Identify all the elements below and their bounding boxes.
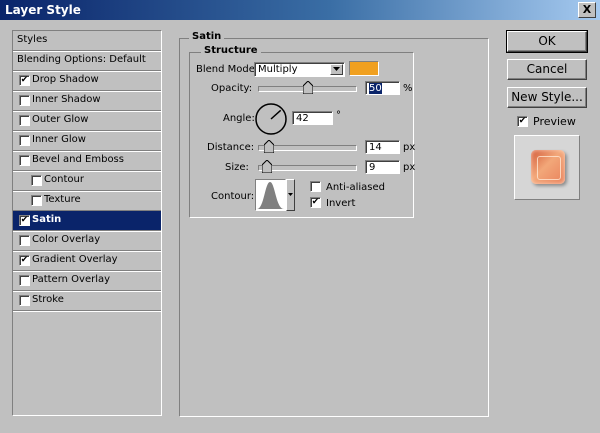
- distance-unit: px: [403, 142, 416, 153]
- contour-dropdown-button[interactable]: [286, 179, 295, 211]
- contour-picker[interactable]: [255, 179, 295, 211]
- style-item-inner-shadow[interactable]: Inner Shadow: [13, 91, 161, 111]
- distance-slider[interactable]: [258, 140, 357, 153]
- opacity-value: 50: [369, 83, 382, 94]
- style-item-pattern-overlay[interactable]: Pattern Overlay: [13, 271, 161, 291]
- angle-input[interactable]: 42: [292, 111, 333, 125]
- style-item-label: Outer Glow: [32, 114, 89, 125]
- preview-thumbnail: [514, 135, 580, 200]
- distance-label: Distance:: [207, 142, 255, 153]
- invert-check-mark: ✔: [311, 197, 320, 207]
- satin-color-swatch[interactable]: [349, 61, 379, 76]
- opacity-slider[interactable]: [258, 81, 357, 94]
- style-item-checkbox[interactable]: [19, 95, 30, 106]
- style-item-label: Inner Glow: [32, 134, 86, 145]
- style-item-inner-glow[interactable]: Inner Glow: [13, 131, 161, 151]
- new-style-button[interactable]: New Style...: [507, 87, 587, 108]
- close-button[interactable]: X: [578, 2, 596, 18]
- size-value: 9: [369, 162, 376, 173]
- style-item-label: Pattern Overlay: [32, 274, 111, 285]
- opacity-unit: %: [403, 83, 413, 94]
- opacity-input[interactable]: 50: [365, 81, 400, 95]
- style-item-checkbox[interactable]: ✔: [19, 215, 30, 226]
- style-item-drop-shadow[interactable]: ✔ Drop Shadow: [13, 71, 161, 91]
- style-item-checkbox[interactable]: [19, 295, 30, 306]
- structure-group-title: Structure: [201, 45, 261, 56]
- angle-label: Angle:: [223, 113, 255, 124]
- size-input[interactable]: 9: [365, 160, 400, 174]
- invert-checkbox[interactable]: ✔: [310, 197, 321, 208]
- contour-label: Contour:: [211, 191, 255, 202]
- blend-mode-select[interactable]: Multiply: [254, 62, 345, 77]
- style-item-checkbox[interactable]: [19, 135, 30, 146]
- style-item-color-overlay[interactable]: Color Overlay: [13, 231, 161, 251]
- distance-value: 14: [369, 142, 382, 153]
- close-icon: X: [582, 3, 592, 16]
- window-title: Layer Style: [5, 3, 81, 17]
- style-item-checkbox[interactable]: [19, 235, 30, 246]
- preview-label[interactable]: Preview: [533, 115, 576, 128]
- cancel-button[interactable]: Cancel: [507, 59, 587, 80]
- opacity-slider-thumb[interactable]: [303, 81, 313, 94]
- size-label: Size:: [225, 162, 249, 173]
- style-item-checkbox[interactable]: [31, 195, 42, 206]
- anti-aliased-checkbox[interactable]: [310, 181, 321, 192]
- style-item-label: Gradient Overlay: [32, 254, 118, 265]
- size-slider-thumb[interactable]: [262, 160, 272, 173]
- distance-input[interactable]: 14: [365, 140, 400, 154]
- style-item-stroke[interactable]: Stroke: [13, 291, 161, 311]
- style-item-label: Styles: [17, 34, 48, 45]
- preview-check-mark: ✔: [518, 116, 527, 126]
- chevron-down-icon: [288, 193, 293, 196]
- satin-group-title: Satin: [189, 31, 225, 42]
- style-item-checkbox[interactable]: [19, 115, 30, 126]
- distance-slider-thumb[interactable]: [264, 140, 274, 153]
- contour-curve-icon: [257, 182, 284, 209]
- layer-style-dialog: Layer Style X Styles Blending Options: De…: [0, 0, 600, 433]
- style-item-checkbox[interactable]: ✔: [19, 255, 30, 266]
- style-item-label: Blending Options: Default: [17, 54, 146, 65]
- style-item-label: Stroke: [32, 294, 64, 305]
- blend-mode-value: Multiply: [258, 64, 298, 75]
- preview-checkbox[interactable]: ✔: [517, 116, 528, 127]
- style-item-label: Contour: [44, 174, 84, 185]
- style-item-gradient-overlay[interactable]: ✔ Gradient Overlay: [13, 251, 161, 271]
- angle-unit: °: [336, 110, 341, 121]
- style-item-checkbox[interactable]: [19, 155, 30, 166]
- size-unit: px: [403, 162, 416, 173]
- style-item-label: Inner Shadow: [32, 94, 101, 105]
- chevron-down-icon: [330, 64, 343, 75]
- style-item-bevel-and-emboss[interactable]: Bevel and Emboss: [13, 151, 161, 171]
- style-item-label: Color Overlay: [32, 234, 101, 245]
- title-bar[interactable]: Layer Style X: [0, 0, 600, 20]
- invert-label[interactable]: Invert: [326, 198, 355, 209]
- blend-mode-label: Blend Mode:: [196, 64, 259, 75]
- opacity-label: Opacity:: [211, 83, 253, 94]
- style-item-label: Drop Shadow: [32, 74, 99, 85]
- ok-button[interactable]: OK: [506, 30, 588, 53]
- angle-dial[interactable]: [254, 102, 288, 136]
- size-slider[interactable]: [258, 160, 357, 173]
- style-item-checkbox[interactable]: ✔: [19, 75, 30, 86]
- style-item-styles[interactable]: Styles: [13, 31, 161, 51]
- style-item-outer-glow[interactable]: Outer Glow: [13, 111, 161, 131]
- style-item-satin[interactable]: ✔ Satin: [13, 211, 161, 231]
- style-item-blending-options-default[interactable]: Blending Options: Default: [13, 51, 161, 71]
- anti-aliased-label[interactable]: Anti-aliased: [326, 182, 385, 193]
- style-item-label: Satin: [32, 214, 62, 225]
- style-item-contour[interactable]: Contour: [13, 171, 161, 191]
- angle-value: 42: [296, 113, 309, 124]
- style-item-label: Bevel and Emboss: [32, 154, 124, 165]
- preview-swatch: [531, 150, 565, 184]
- style-item-checkbox[interactable]: [31, 175, 42, 186]
- style-item-label: Texture: [44, 194, 81, 205]
- style-item-texture[interactable]: Texture: [13, 191, 161, 211]
- styles-list: Styles Blending Options: Default ✔ Drop Sha…: [12, 30, 162, 416]
- style-item-checkbox[interactable]: [19, 275, 30, 286]
